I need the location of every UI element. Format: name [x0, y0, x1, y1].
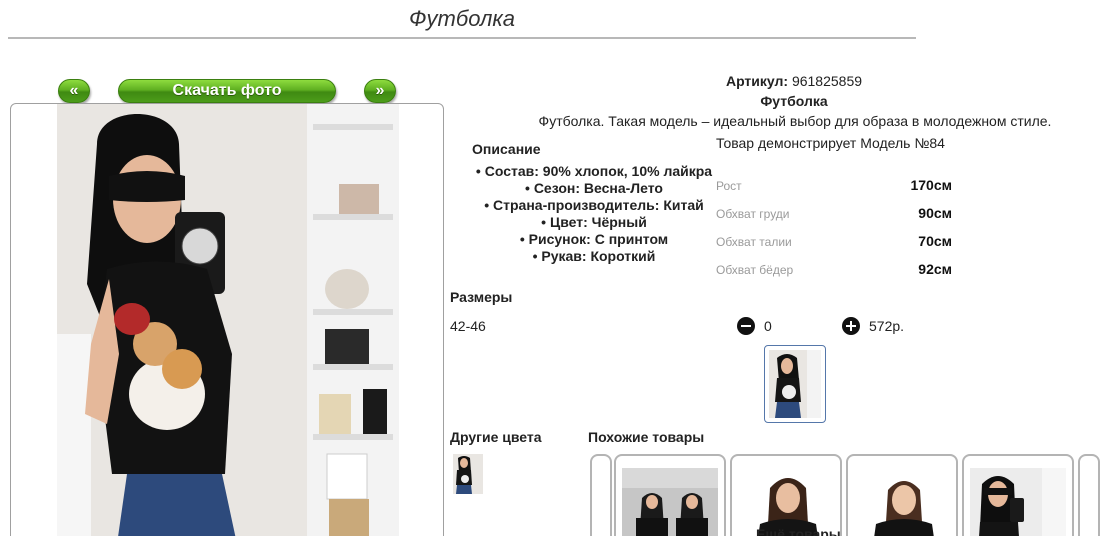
measurement-value: 170см	[910, 177, 952, 193]
similar-prev-button[interactable]	[590, 454, 612, 536]
size-value: 42-46	[450, 318, 486, 334]
similar-product-image	[970, 468, 1066, 536]
product-name: Футболка	[760, 93, 828, 109]
article-line: Артикул: 961825859	[600, 73, 988, 89]
measurement-row: Обхват талии 70см	[716, 233, 952, 251]
description-heading: Описание	[472, 141, 541, 157]
spec-item: • Сезон: Весна-Лето	[525, 180, 663, 196]
spec-item: • Рисунок: С принтом	[519, 231, 669, 247]
similar-product-card[interactable]	[614, 454, 726, 536]
title-divider	[8, 37, 916, 39]
model-info: Товар демонстрирует Модель №84	[716, 135, 945, 151]
product-photo[interactable]	[57, 104, 399, 536]
spec-item: • Цвет: Чёрный	[541, 214, 647, 230]
measurement-label: Рост	[716, 179, 742, 193]
spec-list: • Состав: 90% хлопок, 10% лайкра • Сезон…	[472, 163, 716, 265]
measurement-value: 92см	[918, 261, 952, 277]
measurement-value: 90см	[918, 205, 952, 221]
download-photo-button[interactable]: Скачать фото	[118, 79, 336, 103]
quantity-value: 0	[764, 318, 772, 334]
main-photo-frame	[10, 103, 444, 536]
similar-product-card[interactable]	[730, 454, 842, 536]
next-photo-button[interactable]: »	[364, 79, 396, 103]
measurement-row: Обхват груди 90см	[716, 205, 952, 223]
measurement-label: Обхват груди	[716, 207, 790, 221]
measurement-label: Обхват талии	[716, 235, 792, 249]
measurement-label: Обхват бёдер	[716, 263, 794, 277]
article-value: 961825859	[791, 73, 863, 89]
similar-product-card[interactable]	[962, 454, 1074, 536]
article-label: Артикул:	[725, 73, 789, 89]
prev-photo-button[interactable]: «	[58, 79, 90, 103]
measurement-row: Рост 170см	[716, 177, 952, 195]
minus-circle-icon[interactable]	[737, 317, 755, 335]
measurement-value: 70см	[918, 233, 952, 249]
similar-product-image	[854, 468, 950, 536]
spec-item: • Рукав: Короткий	[532, 248, 656, 264]
price-value: 572р.	[869, 318, 905, 334]
plus-circle-icon[interactable]	[842, 317, 860, 335]
measurement-row: Обхват бёдер 92см	[716, 261, 952, 279]
similar-product-image	[622, 468, 718, 536]
photo-thumbnail[interactable]	[764, 345, 826, 423]
product-description: Футболка. Такая модель – идеальный выбор…	[538, 113, 1052, 129]
similar-next-button[interactable]	[1078, 454, 1100, 536]
other-colors-heading: Другие цвета	[450, 429, 542, 445]
more-products-label[interactable]: Ещё товары	[756, 526, 841, 536]
sizes-heading: Размеры	[450, 289, 513, 305]
similar-product-card[interactable]	[846, 454, 958, 536]
other-color-thumbnail[interactable]	[453, 454, 483, 494]
spec-item: • Страна-производитель: Китай	[484, 197, 704, 213]
spec-item: • Состав: 90% хлопок, 10% лайкра	[475, 163, 713, 179]
page-title: Футболка	[409, 6, 515, 31]
similar-products-heading: Похожие товары	[588, 429, 705, 445]
